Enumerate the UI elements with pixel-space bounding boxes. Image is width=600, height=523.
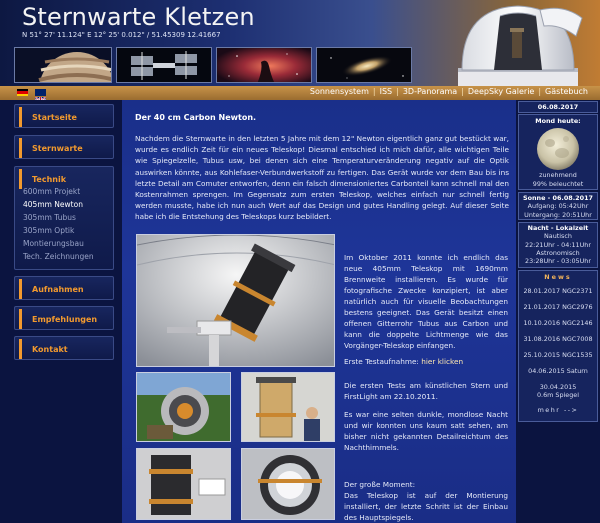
flag-en-icon[interactable] [34,89,47,105]
news-item[interactable]: 28.01.2017 NGC2371 [519,287,597,295]
article-paragraph-2: Die ersten Tests am künstlichen Stern un… [344,381,508,401]
sun-set: Untergang: 20:51Uhr [524,210,592,219]
telescope-photo-first-light[interactable] [241,372,335,442]
site-title: Sternwarte Kletzen [22,3,255,31]
nav-link-sonnensystem[interactable]: Sonnensystem [310,87,369,96]
top-nav-links: Sonnensystem | ISS | 3D-Panorama | DeepSky Gal… [310,87,588,96]
first-light-label: Erste Testaufnahme: [344,357,419,366]
article-title: Der 40 cm Carbon Newton. [135,113,257,122]
moon-icon [536,127,580,171]
night-astronomical-label: Astronomisch [536,248,580,257]
telescope-photo-installation-1[interactable] [136,448,231,520]
nav-link-deepsky-galerie[interactable]: DeepSky Galerie [468,87,534,96]
site-coordinates: N 51° 27' 11.124" E 12° 25' 0.012" / 51.… [22,31,221,39]
article-paragraph-4: Das Teleskop ist auf der Montierung inst… [344,491,508,522]
night-nautical-time: 22:21Uhr - 04:11Uhr [525,240,591,249]
sidebar-subitem-305mm-optik[interactable]: 305mm Optik [23,226,74,235]
news-item[interactable]: 04.06.2015 Saturn [519,367,597,375]
moon-illumination: 99% beleuchtet [532,179,584,188]
sidebar-item-empfehlungen[interactable]: Empfehlungen [14,306,114,330]
moon-title: Mond heute: [535,117,581,125]
sidebar-item-label: Technik [19,169,113,189]
news-item[interactable]: 10.10.2016 NGC2146 [519,319,597,327]
sidebar-item-startseite[interactable]: Startseite [14,104,114,128]
news-item[interactable]: 30.04.2015 [519,383,597,391]
sidebar-item-sternwarte[interactable]: Sternwarte [14,135,114,159]
sidebar-subitem-tech-zeichnungen[interactable]: Tech. Zeichnungen [23,252,94,261]
nav-separator: | [461,87,464,96]
sidebar-subitem-405mm-newton[interactable]: 405mm Newton [23,200,83,209]
sidebar-item-label: Empfehlungen [19,309,113,329]
header-image-jupiter[interactable] [14,47,112,83]
observatory-dome-image [448,0,600,100]
moon-box: Mond heute: zunehmend 99% beleuchtet [518,114,598,190]
sidebar-subitem-305mm-tubus[interactable]: 305mm Tubus [23,213,76,222]
sidebar-item-label: Sternwarte [19,138,113,158]
night-box: Nacht - Lokalzeit Nautisch 22:21Uhr - 04… [518,222,598,268]
nav-separator: | [396,87,399,96]
telescope-photo-artificial-star[interactable] [136,372,231,442]
nav-separator: | [372,87,376,96]
date-box: 06.08.2017 [518,101,598,113]
article-paragraph-4-title: Der große Moment: [344,480,416,489]
sidebar-subitem-600mm-projekt[interactable]: 600mm Projekt [23,187,80,196]
first-light-line: Erste Testaufnahme: hier klicken [344,356,508,367]
nav-separator: | [538,87,542,96]
first-light-link[interactable]: hier klicken [421,357,463,366]
night-title: Nacht - Lokalzeit [527,224,589,232]
sidebar-item-label: Kontakt [19,339,113,359]
nav-link-3d-panorama[interactable]: 3D-Panorama [403,87,457,96]
news-item[interactable]: 31.08.2016 NGC7008 [519,335,597,343]
article-paragraph-1: Im Oktober 2011 konnte ich endlich das n… [344,253,508,350]
sun-box: Sonne - 06.08.2017 Aufgang: 05:42Uhr Unt… [518,192,598,220]
news-item[interactable]: 21.01.2017 NGC2976 [519,303,597,311]
news-item-continuation[interactable]: 0.6m Spiegel [519,391,597,399]
telescope-photo-main[interactable] [136,234,335,367]
nav-link-iss[interactable]: ISS [380,87,393,96]
flag-de-icon[interactable] [17,89,28,96]
article-intro: Nachdem die Sternwarte in den letzten 5 … [135,134,509,222]
sidebar-item-kontakt[interactable]: Kontakt [14,336,114,360]
sidebar-item-aufnahmen[interactable]: Aufnahmen [14,276,114,300]
sidebar-item-label: Aufnahmen [19,279,113,299]
sidebar-item-label: Startseite [19,107,113,127]
sidebar-subitem-montierungsbau[interactable]: Montierungsbau [23,239,84,248]
night-nautical-label: Nautisch [544,232,572,241]
moon-phase: zunehmend [539,171,577,180]
current-date: 06.08.2017 [537,103,579,111]
header-image-galaxy[interactable] [316,47,412,83]
night-astronomical-time: 23:28Uhr - 03:05Uhr [525,257,591,266]
news-item[interactable]: 25.10.2015 NGC1535 [519,351,597,359]
header-image-nebula[interactable] [216,47,312,83]
news-more-link[interactable]: mehr --> [519,406,597,414]
header-image-iss[interactable] [116,47,212,83]
sun-rise: Aufgang: 05:42Uhr [527,202,589,211]
news-title: News [544,273,572,281]
article-paragraph-3: Es war eine selten dunkle, mondlose Nach… [344,410,508,452]
nav-link-gaestebuch[interactable]: Gästebuch [545,87,588,96]
news-box: News 28.01.2017 NGC2371 21.01.2017 NGC29… [518,270,598,422]
sun-title: Sonne - 06.08.2017 [523,194,593,202]
telescope-photo-installation-2[interactable] [241,448,335,520]
